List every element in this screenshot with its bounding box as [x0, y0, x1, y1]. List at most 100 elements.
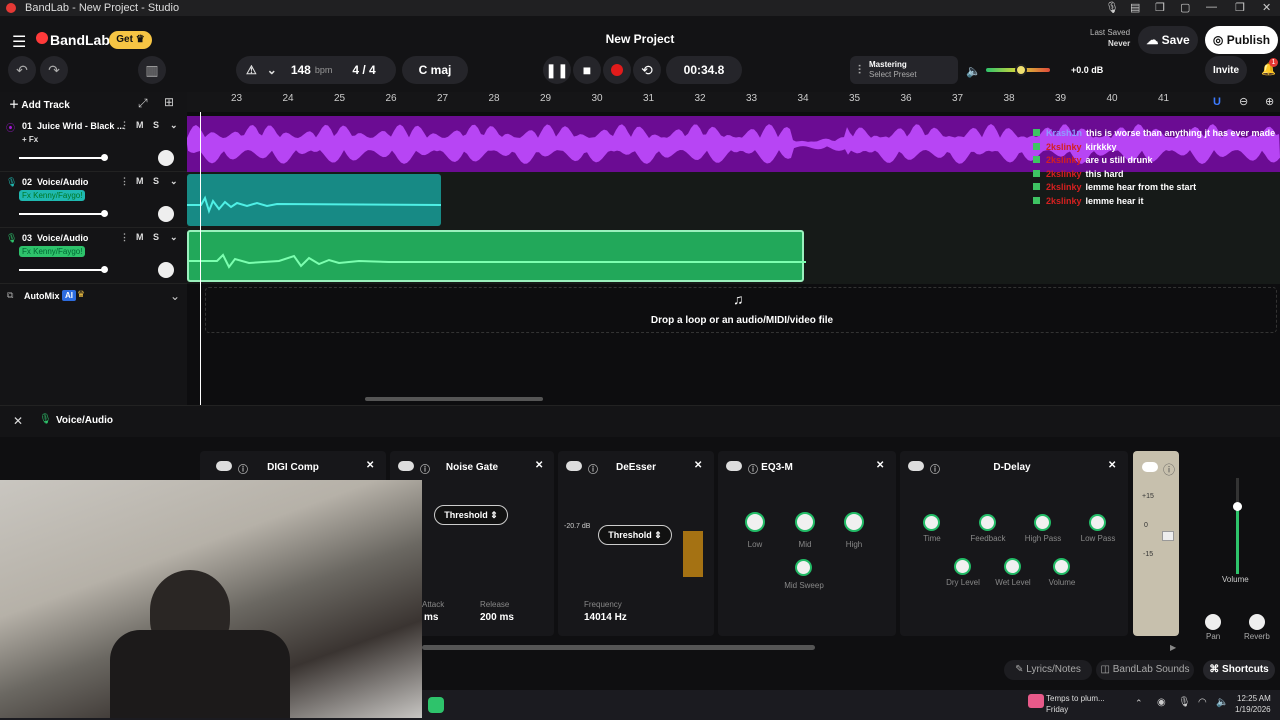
- app-taskbar-icon[interactable]: [428, 697, 444, 713]
- deesser-threshold-button[interactable]: Threshold ⇕: [598, 525, 672, 545]
- track-01-menu-icon[interactable]: ⋮: [120, 120, 129, 131]
- track-02-solo-button[interactable]: S: [153, 176, 159, 186]
- loop-button[interactable]: ⟲: [633, 56, 661, 84]
- volume-slider-knob[interactable]: [1015, 64, 1028, 76]
- horizontal-scrollbar[interactable]: [365, 397, 543, 401]
- delay-wet-level-knob[interactable]: [1004, 558, 1021, 575]
- playhead[interactable]: [200, 112, 201, 405]
- redo-button[interactable]: ↷: [40, 56, 68, 84]
- automation-icon[interactable]: ⤢: [138, 96, 148, 111]
- maximize-icon[interactable]: ❐: [1235, 1, 1245, 14]
- panel-icon[interactable]: ▤: [1130, 1, 1140, 14]
- plugin-eq3-m[interactable]: ⓘ EQ3-M ✕ Low Mid High Mid Sweep: [718, 451, 896, 636]
- key-selector[interactable]: C maj: [402, 56, 468, 84]
- track-01-solo-button[interactable]: S: [153, 120, 159, 130]
- copy-icon[interactable]: ❐: [1155, 1, 1165, 14]
- tray-app-icon[interactable]: ◉: [1157, 697, 1166, 708]
- tray-chevron-icon[interactable]: ⌃: [1135, 698, 1143, 709]
- eq3-low-knob[interactable]: [745, 512, 765, 532]
- track-01-pan-knob[interactable]: [158, 150, 174, 166]
- magnet-icon[interactable]: U: [1213, 96, 1221, 108]
- extra-plugin-toggle[interactable]: [1142, 462, 1158, 472]
- track-02-volume-slider[interactable]: [19, 213, 107, 215]
- channel-volume-knob[interactable]: [1233, 502, 1242, 511]
- plugin-deesser[interactable]: ⓘ DeEsser ✕ -20.7 dB Threshold ⇕ Frequency…: [558, 451, 714, 636]
- noise-gate-close-icon[interactable]: ✕: [535, 460, 543, 471]
- tempo-value[interactable]: 148: [291, 63, 311, 77]
- extra-plugin-info-icon[interactable]: ⓘ: [1163, 461, 1175, 478]
- reverb-knob[interactable]: [1249, 614, 1265, 630]
- mastering-button[interactable]: ⫶ Mastering Select Preset: [850, 56, 958, 84]
- weather-line1[interactable]: Temps to plum...: [1046, 694, 1105, 703]
- noise-gate-threshold-button[interactable]: Threshold ⇕: [434, 505, 508, 525]
- track-03-mute-button[interactable]: M: [136, 232, 144, 242]
- d-delay-close-icon[interactable]: ✕: [1108, 460, 1116, 471]
- eq3-close-icon[interactable]: ✕: [876, 460, 884, 471]
- clock-time[interactable]: 12:25 AM: [1237, 694, 1271, 703]
- grid-icon[interactable]: ⊞: [164, 95, 174, 109]
- speaker-icon[interactable]: 🔈: [966, 64, 981, 78]
- delay-feedback-knob[interactable]: [979, 514, 996, 531]
- wifi-icon[interactable]: ◠: [1198, 697, 1207, 708]
- track-01-volume-slider[interactable]: [19, 157, 107, 159]
- scroll-right-icon[interactable]: ▶: [1170, 643, 1176, 652]
- pan-knob[interactable]: [1205, 614, 1221, 630]
- add-track-button[interactable]: ＋ Add Track: [9, 96, 70, 111]
- eq3-mid-knob[interactable]: [795, 512, 815, 532]
- extra-fader-handle[interactable]: [1162, 531, 1174, 541]
- track-03-solo-button[interactable]: S: [153, 232, 159, 242]
- automix-row[interactable]: ⧉ AutoMix AI ♛ ⌄: [0, 285, 187, 309]
- track-02-volume-knob[interactable]: [101, 210, 108, 217]
- zoom-in-icon[interactable]: ⊕: [1265, 95, 1274, 108]
- track-03-clip[interactable]: [187, 230, 806, 282]
- save-button[interactable]: ☁ Save: [1138, 26, 1198, 54]
- delay-dry-level-knob[interactable]: [954, 558, 971, 575]
- piano-icon[interactable]: ▥: [138, 56, 166, 84]
- time-signature[interactable]: 4 / 4: [352, 63, 375, 77]
- mic-icon[interactable]: 🎙: [1105, 1, 1119, 14]
- lyrics-notes-tab[interactable]: ✎ Lyrics/Notes: [1004, 660, 1092, 680]
- timeline-ruler[interactable]: 23 24 25 26 27 28 29 30 31 32 33 34 35 36 37 38 39 40 41: [187, 92, 1280, 112]
- plugin-extra[interactable]: ⓘ +15 0 -15: [1133, 451, 1179, 636]
- close-panel-icon[interactable]: ✕: [13, 414, 23, 428]
- track-03-menu-icon[interactable]: ⋮: [120, 232, 129, 243]
- stop-button[interactable]: ■: [573, 56, 601, 84]
- track-02-menu-icon[interactable]: ⋮: [120, 176, 129, 187]
- track-header-02[interactable]: 🎙 02 Voice/Audio ⋮ M S ⌄ Fx Kenny/Faygo!: [0, 172, 187, 228]
- track-01-volume-knob[interactable]: [101, 154, 108, 161]
- track-01-expand-icon[interactable]: ⌄: [170, 120, 178, 131]
- channel-volume-fader[interactable]: [1233, 478, 1242, 574]
- release-value[interactable]: 200 ms: [480, 612, 514, 623]
- track-01-mute-button[interactable]: M: [136, 120, 144, 130]
- delay-lowpass-knob[interactable]: [1089, 514, 1106, 531]
- plugin-d-delay[interactable]: ⓘ D-Delay ✕ Time Feedback High Pass Low Pa…: [900, 451, 1128, 636]
- track-03-lane[interactable]: [187, 228, 1280, 284]
- pause-button[interactable]: ❚❚: [543, 56, 571, 84]
- invite-button[interactable]: Invite: [1205, 56, 1247, 84]
- digi-comp-close-icon[interactable]: ✕: [366, 460, 374, 471]
- track-03-pan-knob[interactable]: [158, 262, 174, 278]
- eq3-high-knob[interactable]: [844, 512, 864, 532]
- track-02-fx-button[interactable]: Fx Kenny/Faygo!: [19, 190, 86, 201]
- bandlab-sounds-tab[interactable]: ◫ BandLab Sounds: [1096, 660, 1194, 680]
- record-button[interactable]: [603, 56, 631, 84]
- screen-icon[interactable]: ▢: [1180, 1, 1190, 14]
- frequency-value[interactable]: 14014 Hz: [584, 612, 627, 623]
- zoom-out-icon[interactable]: ⊖: [1239, 95, 1248, 108]
- volume-tray-icon[interactable]: 🔈: [1216, 697, 1228, 708]
- track-03-name[interactable]: Voice/Audio: [37, 233, 88, 243]
- attack-value[interactable]: ms: [424, 612, 438, 623]
- track-03-volume-knob[interactable]: [101, 266, 108, 273]
- publish-button[interactable]: ◎ Publish: [1205, 26, 1278, 54]
- track-02-clip[interactable]: [187, 174, 442, 226]
- minimize-icon[interactable]: —: [1206, 1, 1217, 13]
- fx-rack-scrollbar[interactable]: [422, 645, 815, 650]
- master-volume-slider[interactable]: [986, 64, 1050, 76]
- track-02-pan-knob[interactable]: [158, 206, 174, 222]
- track-header-01[interactable]: ⦿ 01 Juice Wrld - Black ... ⋮ M S ⌄ + Fx: [0, 116, 187, 172]
- drop-zone[interactable]: ♫ Drop a loop or an audio/MIDI/video fil…: [205, 287, 1277, 333]
- track-01-fx-button[interactable]: + Fx: [19, 134, 41, 145]
- shortcuts-tab[interactable]: ⌘ Shortcuts: [1203, 660, 1275, 680]
- track-02-expand-icon[interactable]: ⌄: [170, 176, 178, 187]
- delay-highpass-knob[interactable]: [1034, 514, 1051, 531]
